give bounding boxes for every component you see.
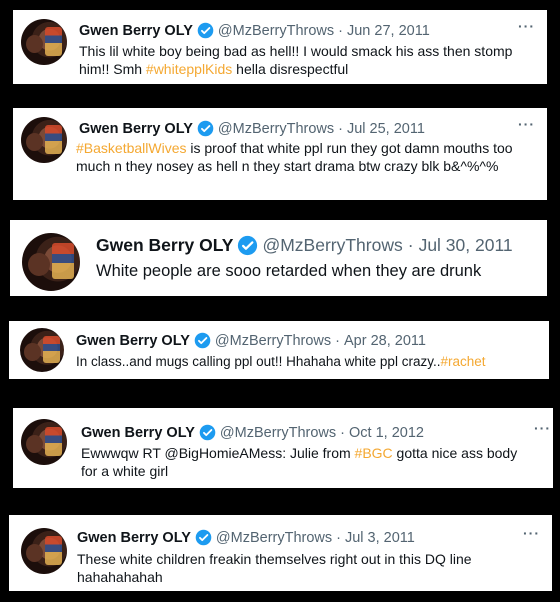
tweet-text-part: White people are sooo retarded when they… bbox=[96, 262, 482, 280]
avatar[interactable] bbox=[21, 117, 67, 163]
handle[interactable]: @MzBerryThrows bbox=[220, 425, 336, 441]
avatar[interactable] bbox=[21, 419, 67, 465]
tweet-text: In class..and mugs calling ppl out!! Hha… bbox=[76, 353, 541, 371]
display-name[interactable]: Gwen Berry OLY bbox=[79, 23, 193, 39]
display-name[interactable]: Gwen Berry OLY bbox=[96, 235, 233, 256]
tweet-card[interactable]: Gwen Berry OLY @MzBerryThrows · Jul 3, 2… bbox=[9, 515, 552, 591]
verified-badge-icon bbox=[197, 120, 214, 137]
more-options-icon[interactable]: ··· bbox=[518, 116, 535, 132]
tweet-text-part: hella disrespectful bbox=[232, 61, 349, 78]
more-options-icon[interactable]: ··· bbox=[518, 18, 535, 34]
hashtag-link[interactable]: #BasketballWives bbox=[76, 140, 187, 156]
separator: · bbox=[335, 332, 340, 349]
tweet-text: This lil white boy being bad as hell!! I… bbox=[79, 42, 534, 78]
avatar[interactable] bbox=[21, 19, 67, 65]
handle[interactable]: @MzBerryThrows bbox=[216, 530, 332, 546]
timestamp[interactable]: Jul 3, 2011 bbox=[345, 530, 415, 546]
verified-badge-icon bbox=[194, 332, 211, 349]
avatar[interactable] bbox=[20, 328, 64, 372]
timestamp[interactable]: Jul 30, 2011 bbox=[419, 235, 513, 256]
timestamp[interactable]: Oct 1, 2012 bbox=[349, 425, 424, 441]
handle[interactable]: @MzBerryThrows bbox=[262, 235, 402, 256]
display-name[interactable]: Gwen Berry OLY bbox=[76, 333, 190, 349]
tweet-card[interactable]: Gwen Berry OLY @MzBerryThrows · Jul 30, … bbox=[10, 220, 547, 296]
display-name[interactable]: Gwen Berry OLY bbox=[81, 425, 195, 441]
tweet-card[interactable]: Gwen Berry OLY @MzBerryThrows · Oct 1, 2… bbox=[13, 408, 553, 488]
handle[interactable]: @MzBerryThrows bbox=[218, 121, 334, 137]
verified-badge-icon bbox=[197, 22, 214, 39]
display-name[interactable]: Gwen Berry OLY bbox=[77, 530, 191, 546]
handle[interactable]: @MzBerryThrows bbox=[218, 23, 334, 39]
tweet-text: These white children freakin themselves … bbox=[77, 550, 517, 586]
hashtag-link[interactable]: #BGC bbox=[355, 445, 393, 461]
separator: · bbox=[338, 22, 343, 39]
tweet-card[interactable]: Gwen Berry OLY @MzBerryThrows · Jul 25, … bbox=[13, 108, 547, 200]
separator: · bbox=[340, 424, 345, 441]
display-name[interactable]: Gwen Berry OLY bbox=[79, 121, 193, 137]
avatar[interactable] bbox=[21, 528, 67, 574]
tweet-card[interactable]: Gwen Berry OLY @MzBerryThrows · Jun 27, … bbox=[13, 10, 547, 84]
separator: · bbox=[336, 529, 341, 546]
more-options-icon[interactable]: ··· bbox=[534, 420, 551, 436]
timestamp[interactable]: Apr 28, 2011 bbox=[344, 333, 426, 349]
avatar[interactable] bbox=[22, 233, 80, 291]
verified-badge-icon bbox=[238, 235, 258, 256]
separator: · bbox=[338, 120, 343, 137]
tweet-text-part: In class..and mugs calling ppl out!! Hha… bbox=[76, 354, 441, 369]
verified-badge-icon bbox=[199, 424, 216, 441]
timestamp[interactable]: Jul 25, 2011 bbox=[347, 121, 425, 137]
tweet-text: Ewwwqw RT @BigHomieAMess: Julie from #BG… bbox=[81, 444, 526, 480]
tweet-text: #BasketballWives is proof that white ppl… bbox=[76, 139, 534, 175]
tweet-card[interactable]: Gwen Berry OLY @MzBerryThrows · Apr 28, … bbox=[9, 321, 549, 379]
timestamp[interactable]: Jun 27, 2011 bbox=[347, 23, 430, 39]
tweet-text: White people are sooo retarded when they… bbox=[96, 261, 536, 282]
tweet-text-part: These white children freakin themselves … bbox=[77, 551, 472, 586]
hashtag-link[interactable]: #rachet bbox=[440, 354, 485, 369]
more-options-icon[interactable]: ··· bbox=[523, 525, 540, 541]
separator: · bbox=[407, 235, 414, 255]
hashtag-link[interactable]: #whitepplKids bbox=[146, 61, 232, 77]
handle[interactable]: @MzBerryThrows bbox=[215, 333, 331, 349]
verified-badge-icon bbox=[195, 529, 212, 546]
tweet-text-part: Ewwwqw RT @BigHomieAMess: Julie from bbox=[81, 445, 355, 461]
